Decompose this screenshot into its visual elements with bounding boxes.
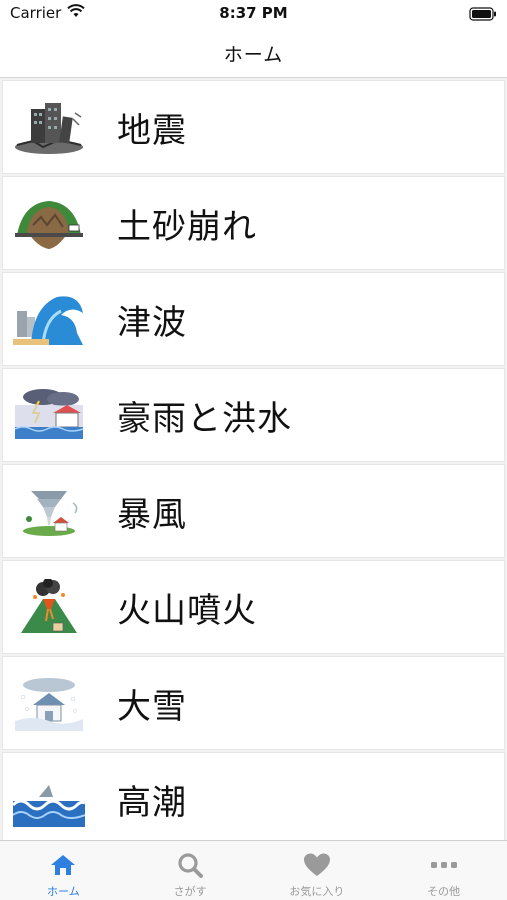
- tab-more[interactable]: その他: [380, 841, 507, 900]
- battery-icon: [469, 6, 497, 25]
- list-item-heavy-snow[interactable]: 大雪: [2, 656, 505, 750]
- storm-icon: [11, 481, 87, 541]
- tab-favorites[interactable]: お気に入り: [254, 841, 381, 900]
- tab-more-label: その他: [427, 885, 461, 898]
- status-bar: Carrier 8:37 PM: [0, 0, 507, 30]
- volcano-icon: [11, 577, 87, 637]
- list-item-label: 津波: [117, 302, 187, 343]
- nav-bar: ホーム: [0, 30, 507, 78]
- list-item-volcano[interactable]: 火山噴火: [2, 560, 505, 654]
- list-item-earthquake[interactable]: 地震: [2, 80, 505, 174]
- tab-home-label: ホーム: [47, 885, 80, 898]
- heavy-snow-icon: [11, 673, 87, 733]
- tab-search[interactable]: さがす: [127, 841, 254, 900]
- list-item-label: 地震: [117, 110, 187, 151]
- screen: Carrier 8:37 PM ホーム 地震 土砂崩れ 津波 豪雨と洪水 暴風 …: [0, 0, 507, 900]
- tab-search-label: さがす: [173, 885, 207, 898]
- page-title: ホーム: [223, 44, 284, 66]
- tab-favorites-label: お気に入り: [289, 885, 345, 898]
- list-item-heavy-rain[interactable]: 豪雨と洪水: [2, 368, 505, 462]
- list-item-label: 大雪: [117, 686, 187, 727]
- list-item-label: 火山噴火: [117, 590, 257, 631]
- list-item-landslide[interactable]: 土砂崩れ: [2, 176, 505, 270]
- list-item-storm[interactable]: 暴風: [2, 464, 505, 558]
- list-item-label: 暴風: [117, 494, 187, 535]
- list-item-storm-surge[interactable]: 高潮: [2, 752, 505, 840]
- status-time: 8:37 PM: [219, 4, 288, 22]
- more-icon: [430, 851, 458, 879]
- tab-home[interactable]: ホーム: [0, 841, 127, 900]
- search-icon: [176, 851, 204, 879]
- list-item-tsunami[interactable]: 津波: [2, 272, 505, 366]
- home-icon: [49, 851, 77, 879]
- list-item-label: 高潮: [117, 782, 187, 823]
- list-item-label: 土砂崩れ: [117, 206, 257, 247]
- heavy-rain-flood-icon: [11, 385, 87, 445]
- tab-bar: ホーム さがす お気に入り その他: [0, 840, 507, 900]
- landslide-icon: [11, 193, 87, 253]
- heart-icon: [302, 851, 332, 879]
- list-item-label: 豪雨と洪水: [117, 398, 292, 439]
- tsunami-icon: [11, 289, 87, 349]
- earthquake-icon: [11, 97, 87, 157]
- disaster-list[interactable]: 地震 土砂崩れ 津波 豪雨と洪水 暴風 火山噴火 大雪 高潮: [0, 78, 507, 840]
- storm-surge-icon: [11, 769, 87, 829]
